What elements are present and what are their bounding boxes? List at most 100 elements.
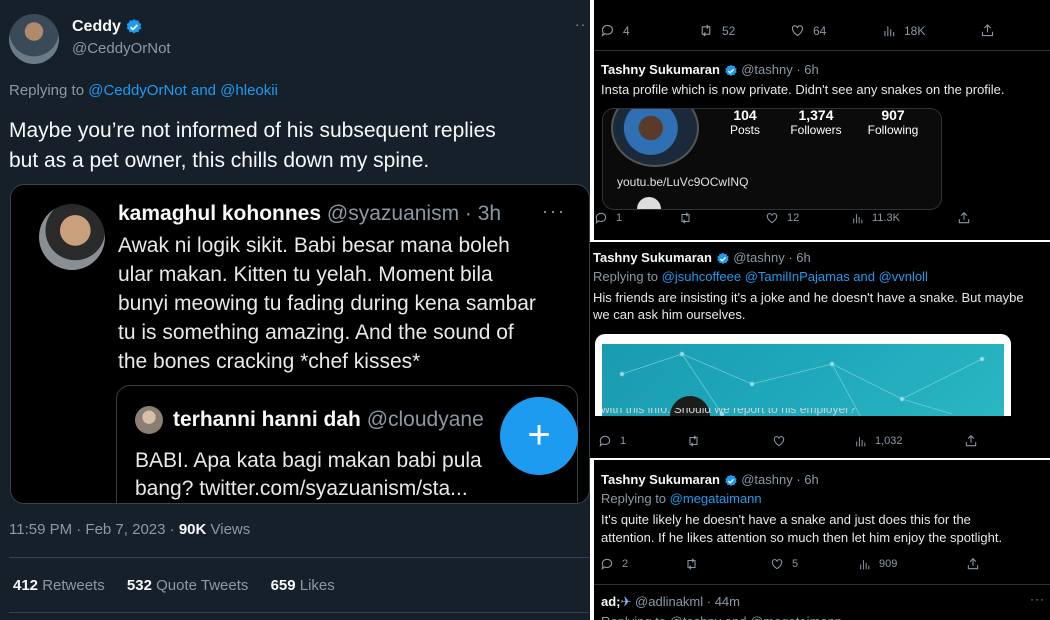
embedded-text-line: the bones cracking *chef kisses* — [118, 350, 421, 373]
like-count: 64 — [813, 23, 827, 38]
retweet-button[interactable] — [686, 434, 772, 448]
tweet-timestamp[interactable]: 11:59 PM · Feb 7, 2023 · — [9, 521, 179, 538]
author-name[interactable]: Tashny Sukumaran — [601, 472, 720, 487]
next-more-icon[interactable]: ··· — [1030, 592, 1045, 606]
likes-label: Likes — [295, 577, 335, 594]
embedded-more-icon: ··· — [542, 201, 566, 221]
views-icon — [884, 25, 895, 36]
retweets-label: Retweets — [38, 577, 105, 594]
views-button[interactable]: 18K — [882, 24, 980, 38]
views-button[interactable]: 11.3K — [851, 212, 957, 225]
replying-to-links[interactable]: @CeddyOrNot and @hleokii — [88, 82, 278, 99]
views-button[interactable]: 1,032 — [854, 435, 964, 448]
retweet-icon — [689, 435, 698, 447]
like-button[interactable]: 5 — [770, 557, 858, 571]
reply-button[interactable]: 1 — [594, 211, 678, 225]
retweet-button[interactable]: 52 — [698, 23, 790, 38]
left-tweet-panel: Ceddy @CeddyOrNot ·· Replying to @CeddyO… — [0, 0, 590, 620]
reply-author-name[interactable]: Tashny Sukumaran — [601, 62, 720, 77]
next-author-name[interactable]: ad; — [601, 594, 621, 609]
embedded-header: kamaghul kohonnes @syazuanism · 3h — [118, 202, 501, 226]
views-button[interactable]: 909 — [858, 558, 966, 571]
tweet-text: Maybe you’re not informed of his subsequ… — [9, 116, 496, 176]
like-button[interactable] — [772, 434, 854, 448]
retweet-icon — [687, 558, 696, 570]
action-bar: 2 5 909 — [600, 557, 1040, 571]
replying-prefix: Replying to — [9, 82, 85, 99]
divider — [594, 50, 1050, 51]
heart-icon — [791, 25, 804, 37]
replying-to-links[interactable]: @megataimann — [670, 491, 762, 506]
more-icon[interactable]: ·· — [575, 16, 586, 32]
profile-screenshot[interactable]: 104 Posts 1,374 Followers 907 Following you… — [602, 108, 942, 210]
views-count: 909 — [879, 558, 898, 570]
heart-icon — [773, 436, 785, 447]
embedded-screenshot[interactable]: kamaghul kohonnes @syazuanism · 3h ··· A… — [10, 184, 590, 504]
posts-label: Posts — [729, 123, 760, 137]
quotes-stat[interactable]: 532 Quote Tweets — [127, 577, 248, 594]
embedded-text-line: Awak ni logik sikit. Babi besar mana bol… — [118, 234, 510, 257]
replying-to: Replying to @CeddyOrNot and @hleokii — [9, 82, 278, 99]
tweet-text: His friends are insisting it's a joke an… — [593, 289, 1024, 323]
quotes-label: Quote Tweets — [151, 577, 249, 594]
share-icon[interactable] — [957, 211, 971, 225]
tweet-text-line: His friends are insisting it's a joke an… — [593, 290, 1024, 305]
tweet-text-line: Maybe you’re not informed of his subsequ… — [9, 119, 496, 142]
reply-count: 1 — [616, 212, 623, 224]
reply-icon — [595, 212, 607, 224]
retweet-button[interactable] — [678, 211, 765, 225]
tweet-text-line: attention. If he likes attention so much… — [601, 530, 1003, 545]
views-icon — [860, 559, 870, 569]
image-caption: with this info. Should we report to his … — [601, 408, 856, 416]
replying-prefix: Replying to — [593, 269, 659, 284]
retweet-button[interactable] — [684, 557, 770, 571]
share-icon[interactable] — [964, 434, 978, 448]
embedded-text: Awak ni logik sikit. Babi besar mana bol… — [118, 231, 536, 376]
engagement-stats: 412 Retweets 532 Quote Tweets 659 Likes — [13, 577, 335, 594]
reply-icon — [601, 24, 614, 37]
posts-stat: 104 Posts — [723, 109, 767, 137]
author-name[interactable]: Tashny Sukumaran — [593, 250, 712, 265]
verified-icon — [724, 474, 737, 486]
embedded-author-name: kamaghul kohonnes — [118, 202, 322, 225]
heart-icon — [771, 559, 783, 570]
right-top-panel: 4 52 64 18K Tashny Sukumaran @tashny · 6… — [594, 0, 1050, 240]
views-count: 90K — [178, 521, 207, 538]
tweet-text-line: but as a pet owner, this chills down my … — [9, 149, 430, 172]
attached-image[interactable] — [595, 334, 1011, 416]
author-name[interactable]: Ceddy — [72, 18, 143, 36]
timestamp-line: 11:59 PM · Feb 7, 2023 · 90K Views — [9, 521, 250, 538]
author-handle[interactable]: @CeddyOrNot — [72, 40, 171, 57]
reply-button[interactable]: 1 — [598, 434, 686, 448]
reply-button[interactable]: 4 — [600, 23, 698, 38]
share-icon[interactable] — [966, 557, 980, 571]
replying-to: Replying to @megataimann — [601, 491, 762, 506]
profile-avatars-row — [637, 197, 661, 209]
network-lines-icon — [619, 351, 985, 416]
likes-stat[interactable]: 659 Likes — [271, 577, 335, 594]
following-count: 907 — [881, 108, 905, 123]
reply-count: 2 — [622, 558, 629, 570]
divider — [9, 612, 589, 613]
action-bar: 4 52 64 18K — [600, 23, 1040, 38]
verified-icon — [127, 19, 142, 34]
compose-fab-button[interactable]: + — [500, 397, 578, 475]
next-handle-time: @adlinakml · 44m — [635, 594, 740, 609]
retweets-stat[interactable]: 412 Retweets — [13, 577, 105, 594]
quoted-handle: @cloudyane — [366, 408, 484, 431]
replying-to-links[interactable]: @jsuhcoffeee @TamilInPajamas and @vvnlol… — [662, 269, 928, 284]
quoted-text-line: bang? twitter.com/syazuanism/sta... — [135, 477, 468, 500]
quoted-text: BABI. Apa kata bagi makan babi pula bang… — [135, 447, 482, 503]
embedded-handle-time: @syazuanism · 3h — [326, 202, 502, 225]
tweet-text-line: It's quite likely he doesn't have a snak… — [601, 512, 971, 527]
like-button[interactable]: 64 — [790, 23, 882, 38]
like-button[interactable]: 12 — [765, 211, 851, 225]
replying-to: Replying to @jsuhcoffeee @TamilInPajamas… — [593, 269, 928, 284]
quoted-text-line: BABI. Apa kata bagi makan babi pula — [135, 449, 482, 472]
reply-count: 1 — [620, 435, 627, 447]
avatar[interactable] — [9, 14, 59, 64]
like-count: 12 — [787, 212, 800, 224]
share-icon[interactable] — [980, 23, 995, 38]
plane-icon: ✈ — [620, 594, 632, 609]
reply-button[interactable]: 2 — [600, 557, 684, 571]
